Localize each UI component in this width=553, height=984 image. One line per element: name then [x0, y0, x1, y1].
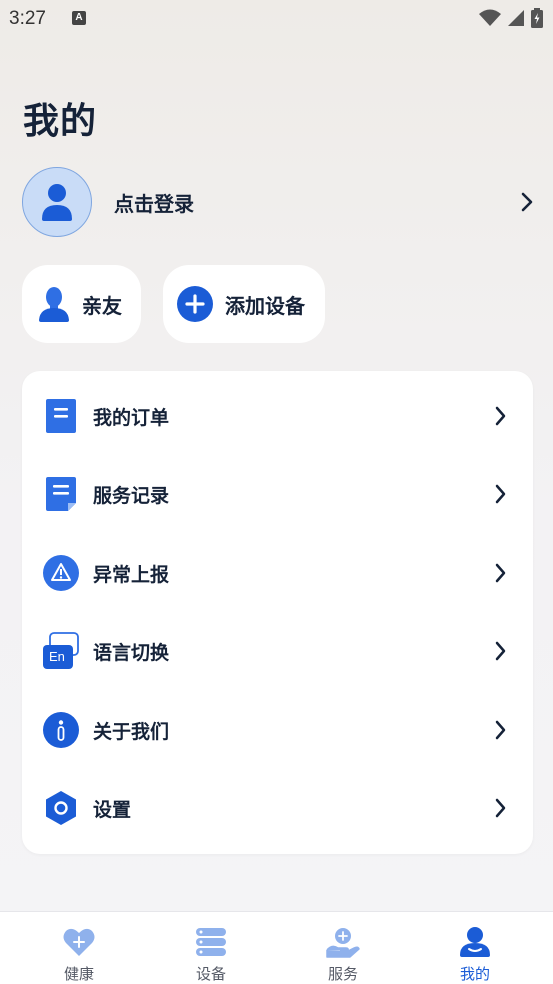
bottom-tab-bar: 健康 设备 服务 我的	[0, 911, 553, 984]
plus-circle-icon	[177, 286, 213, 322]
family-person-icon	[39, 287, 69, 322]
add-device-button[interactable]: 添加设备	[163, 265, 325, 343]
notification-icon: A	[72, 11, 86, 25]
tab-label-devices: 设备	[195, 965, 226, 983]
add-device-label: 添加设备	[225, 293, 305, 318]
tab-label-service: 服务	[327, 965, 358, 983]
menu-item-about[interactable]: 关于我们	[22, 691, 533, 769]
family-button[interactable]: 亲友	[22, 265, 141, 343]
login-label[interactable]: 点击登录	[114, 188, 520, 217]
menu-label-report-abnormal: 异常上报	[93, 563, 170, 586]
menu-label-orders: 我的订单	[93, 406, 170, 429]
service-record-icon	[42, 475, 80, 513]
chevron-right-icon	[495, 563, 506, 583]
menu-label-service-records: 服务记录	[93, 484, 170, 507]
status-indicators	[479, 8, 543, 28]
menu-item-language[interactable]: En 语言切换	[22, 612, 533, 690]
tab-label-health: 健康	[63, 965, 94, 983]
wifi-icon	[479, 9, 501, 26]
login-row[interactable]: 点击登录	[22, 167, 534, 237]
menu-item-settings[interactable]: 设置	[22, 769, 533, 847]
tab-label-mine: 我的	[459, 965, 490, 983]
heart-plus-icon	[62, 925, 96, 959]
language-icon-text: En	[49, 649, 65, 664]
user-avatar-icon	[42, 184, 72, 221]
tab-service[interactable]: 服务	[303, 912, 383, 984]
page-title: 我的	[23, 101, 98, 142]
chevron-right-icon	[521, 192, 533, 212]
service-hand-icon	[326, 925, 360, 959]
device-stack-icon	[194, 925, 228, 959]
info-icon	[42, 711, 80, 749]
status-time: 3:27	[9, 8, 46, 29]
tab-health[interactable]: 健康	[39, 912, 119, 984]
menu-label-about: 关于我们	[93, 720, 170, 743]
order-document-icon	[42, 397, 80, 435]
profile-icon	[458, 925, 492, 959]
chevron-right-icon	[495, 406, 506, 426]
menu-label-language: 语言切换	[93, 641, 170, 664]
language-switch-icon: En	[42, 632, 80, 670]
menu-label-settings: 设置	[93, 798, 132, 821]
avatar[interactable]	[22, 167, 92, 237]
family-label: 亲友	[82, 293, 122, 318]
menu-card: 我的订单 服务记录 异常上报 En 语言切换 关于我们 设置	[22, 371, 533, 854]
chevron-right-icon	[495, 720, 506, 740]
menu-item-orders[interactable]: 我的订单	[22, 377, 533, 455]
tab-mine[interactable]: 我的	[435, 912, 515, 984]
chevron-right-icon	[495, 484, 506, 504]
battery-icon	[531, 8, 543, 28]
status-bar: 3:27 A	[0, 0, 553, 40]
chevron-right-icon	[495, 798, 506, 818]
tab-devices[interactable]: 设备	[171, 912, 251, 984]
chevron-right-icon	[495, 641, 506, 661]
settings-hexagon-icon	[42, 789, 80, 827]
warning-icon	[42, 554, 80, 592]
menu-item-service-records[interactable]: 服务记录	[22, 455, 533, 533]
menu-item-report-abnormal[interactable]: 异常上报	[22, 534, 533, 612]
signal-icon	[508, 10, 524, 26]
